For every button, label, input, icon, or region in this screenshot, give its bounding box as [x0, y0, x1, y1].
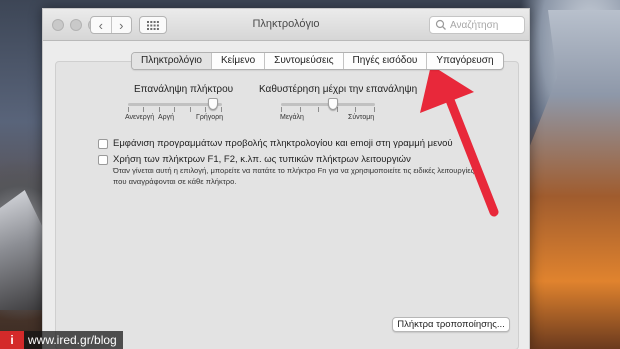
key-repeat-tick	[190, 107, 191, 112]
function-keys-description: Όταν γίνεται αυτή η επιλογή, μπορείτε να…	[113, 166, 475, 186]
key-repeat-fast-label: Γρήγορη	[196, 114, 223, 121]
key-repeat-tick	[143, 107, 144, 112]
delay-tick	[337, 107, 338, 112]
tab-dictation[interactable]: Υπαγόρευση	[426, 53, 502, 69]
key-repeat-tick	[221, 107, 222, 112]
delay-knob[interactable]	[327, 98, 338, 110]
title-bar: ‹ › Πληκτρολόγιο Αναζήτηση	[43, 9, 529, 41]
delay-short-label: Σύντομη	[348, 114, 375, 121]
key-repeat-tick	[205, 107, 206, 112]
key-repeat-tick	[128, 107, 129, 112]
tab-input-sources[interactable]: Πηγές εισόδου	[342, 53, 427, 69]
emoji-viewer-option[interactable]: Εμφάνιση προγραμμάτων προβολής πληκτρολο…	[98, 138, 453, 149]
key-repeat-tick	[159, 107, 160, 112]
key-repeat-off-label: Ανενεργή	[125, 114, 155, 121]
delay-long-label: Μεγάλη	[280, 114, 304, 121]
search-icon	[435, 19, 446, 30]
search-field[interactable]: Αναζήτηση	[429, 16, 525, 34]
emoji-viewer-label: Εμφάνιση προγραμμάτων προβολής πληκτρολο…	[113, 138, 453, 149]
ired-logo: i	[0, 331, 24, 349]
delay-tick	[355, 107, 356, 112]
emoji-viewer-checkbox[interactable]	[98, 138, 108, 149]
delay-tick	[300, 107, 301, 112]
function-keys-checkbox[interactable]	[98, 154, 108, 165]
delay-tick	[318, 107, 319, 112]
tab-keyboard[interactable]: Πληκτρολόγιο	[132, 53, 211, 69]
tab-text[interactable]: Κείμενο	[211, 53, 264, 69]
key-repeat-knob[interactable]	[207, 98, 218, 110]
function-keys-label: Χρήση των πλήκτρων F1, F2, κ.λπ. ως τυπι…	[113, 154, 411, 165]
delay-tick	[281, 107, 282, 112]
function-keys-option[interactable]: Χρήση των πλήκτρων F1, F2, κ.λπ. ως τυπι…	[98, 154, 411, 165]
delay-until-repeat-label: Καθυστέρηση μέχρι την επανάληψη	[259, 84, 418, 95]
tab-bar: Πληκτρολόγιο Κείμενο Συντομεύσεις Πηγές …	[131, 52, 504, 70]
key-repeat-slow-label: Αργή	[158, 114, 175, 121]
key-repeat-label: Επανάληψη πλήκτρου	[134, 84, 234, 95]
delay-tick	[374, 107, 375, 112]
modifier-keys-button[interactable]: Πλήκτρα τροποποίησης...	[392, 317, 510, 332]
search-placeholder: Αναζήτηση	[450, 19, 499, 31]
tab-shortcuts[interactable]: Συντομεύσεις	[264, 53, 342, 69]
watermark-url: www.ired.gr/blog	[24, 331, 123, 349]
key-repeat-tick	[174, 107, 175, 112]
